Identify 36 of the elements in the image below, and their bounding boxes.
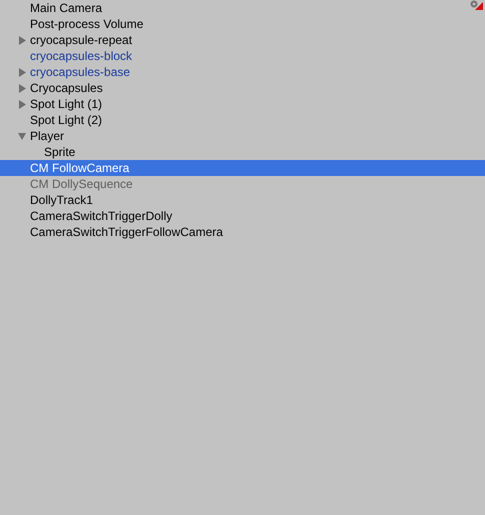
hierarchy-item[interactable]: Post-process Volume (0, 16, 485, 32)
hierarchy-item[interactable]: cryocapsule-repeat (0, 32, 485, 48)
hierarchy-item[interactable]: CameraSwitchTriggerFollowCamera (0, 224, 485, 240)
collapsed-arrow-icon[interactable] (18, 100, 27, 108)
collapsed-arrow-icon[interactable] (18, 36, 27, 44)
item-label: Spot Light (2) (30, 112, 102, 128)
item-label: Main Camera (30, 0, 102, 16)
gear-icon[interactable] (469, 0, 483, 11)
item-label: Player (30, 128, 64, 144)
item-label: Cryocapsules (30, 80, 103, 96)
hierarchy-item[interactable]: Spot Light (1) (0, 96, 485, 112)
item-label: Post-process Volume (30, 16, 144, 32)
item-label: CameraSwitchTriggerFollowCamera (30, 224, 223, 240)
item-label: Sprite (44, 144, 76, 160)
item-label: cryocapsule-repeat (30, 32, 132, 48)
item-label: CM FollowCamera (30, 160, 130, 176)
hierarchy-item[interactable]: cryocapsules-block (0, 48, 485, 64)
hierarchy-item[interactable]: Sprite (0, 144, 485, 160)
item-label: cryocapsules-base (30, 64, 130, 80)
item-label: DollyTrack1 (30, 192, 93, 208)
hierarchy-item[interactable]: Player (0, 128, 485, 144)
hierarchy-item[interactable]: DollyTrack1 (0, 192, 485, 208)
hierarchy-item[interactable]: Cryocapsules (0, 80, 485, 96)
collapsed-arrow-icon[interactable] (18, 84, 27, 92)
expanded-arrow-icon[interactable] (18, 132, 27, 140)
item-label: CameraSwitchTriggerDolly (30, 208, 172, 224)
hierarchy-item[interactable]: CM FollowCamera (0, 160, 485, 176)
hierarchy-item[interactable]: CM DollySequence (0, 176, 485, 192)
collapsed-arrow-icon[interactable] (18, 68, 27, 76)
item-label: Spot Light (1) (30, 96, 102, 112)
hierarchy-item[interactable]: Main Camera (0, 0, 485, 16)
item-label: CM DollySequence (30, 176, 133, 192)
hierarchy-item[interactable]: CameraSwitchTriggerDolly (0, 208, 485, 224)
hierarchy-item[interactable]: Spot Light (2) (0, 112, 485, 128)
hierarchy-item[interactable]: cryocapsules-base (0, 64, 485, 80)
item-label: cryocapsules-block (30, 48, 132, 64)
